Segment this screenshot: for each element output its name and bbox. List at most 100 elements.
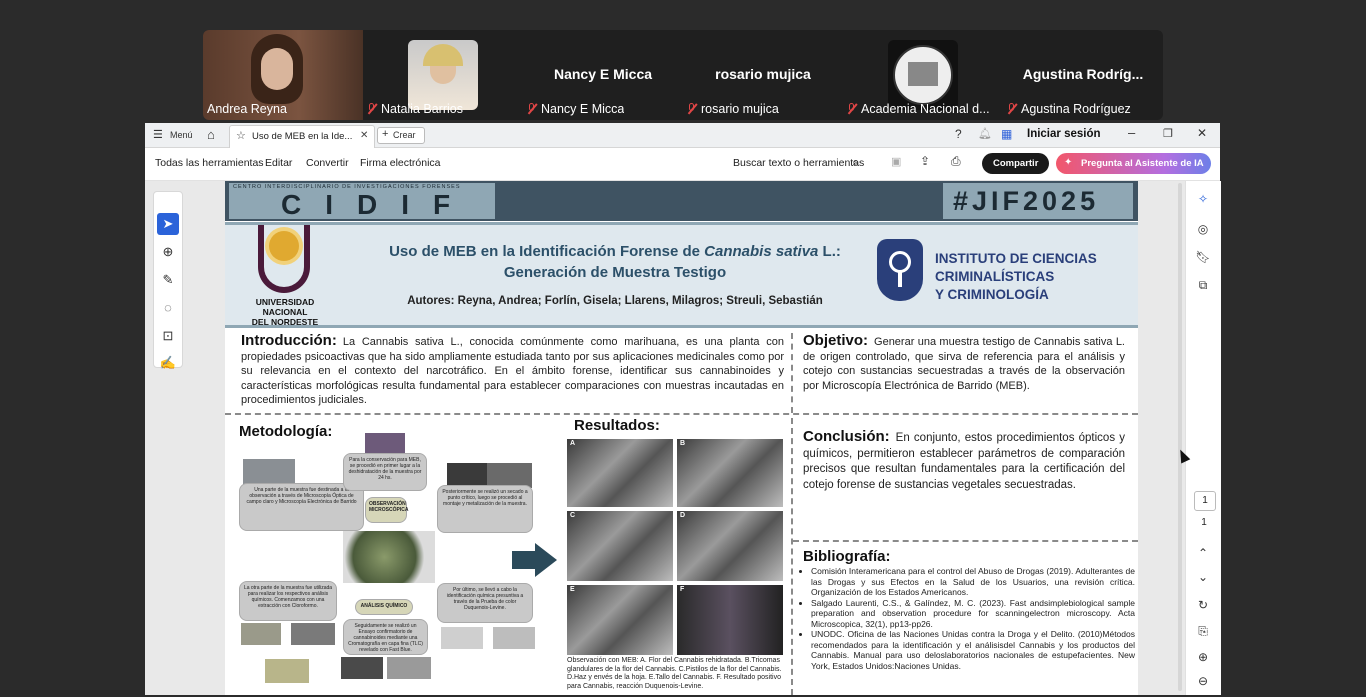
create-button[interactable]: + Crear xyxy=(377,127,425,144)
share-button[interactable]: Compartir xyxy=(982,153,1049,174)
highlight-pen-icon[interactable]: ✎ xyxy=(157,269,179,291)
divider xyxy=(225,413,1138,415)
document-canvas[interactable]: ➤ ⊕ ✎ ◌ ⊡ ✍ CENTRO INTERDISCIPLINARIO DE… xyxy=(145,181,1221,695)
plus-icon: + xyxy=(382,128,389,140)
participant-tile-natalia[interactable]: Natalia Barrios xyxy=(363,30,523,120)
bibliography-item: Salgado Laurenti, C.S., & Galíndez, M. C… xyxy=(811,598,1135,630)
zoom-in-icon[interactable]: ⊕ xyxy=(1192,647,1214,667)
edit-menu[interactable]: Editar xyxy=(265,157,292,169)
maximize-icon[interactable]: ❐ xyxy=(1163,127,1173,140)
menu-button[interactable]: Menú xyxy=(170,130,193,140)
lab-photo xyxy=(387,657,431,679)
home-icon[interactable]: ⌂ xyxy=(207,127,215,142)
cannabis-sample-photo xyxy=(343,531,435,583)
e-sign-menu[interactable]: Firma electrónica xyxy=(360,157,441,169)
flow-box-observation: OBSERVACIÓN MICROSCÓPICA xyxy=(365,497,408,523)
participant-tile-academia[interactable]: Academia Nacional d... xyxy=(843,30,1003,120)
select-pointer-icon[interactable]: ➤ xyxy=(157,213,179,235)
pdf-viewer-window: ☰ Menú ⌂ ☆ Uso de MEB en la Ide... ✕ + C… xyxy=(145,123,1221,695)
chevron-down-icon[interactable]: ⌄ xyxy=(1192,567,1214,587)
minimize-icon[interactable]: – xyxy=(1128,125,1135,140)
academia-logo xyxy=(888,40,958,110)
participant-tile-rosario[interactable]: rosario mujica rosario mujica xyxy=(683,30,843,120)
ai-summary-icon[interactable]: ✧ xyxy=(1192,189,1214,209)
mic-muted-icon xyxy=(847,103,857,115)
all-tools-menu[interactable]: Todas las herramientas xyxy=(155,157,264,169)
search-icon[interactable]: ⌕ xyxy=(852,154,859,170)
zoom-out-icon[interactable]: ⊖ xyxy=(1192,671,1214,691)
cidif-banner: CENTRO INTERDISCIPLINARIO DE INVESTIGACI… xyxy=(229,183,495,220)
bibliography-item: Comisión Interamericana para el control … xyxy=(811,566,1135,598)
convert-menu[interactable]: Convertir xyxy=(306,157,349,169)
duquenois-photo: F xyxy=(677,585,783,655)
ai-assistant-button[interactable]: ✦ Pregunta al Asistente de IA xyxy=(1056,153,1211,174)
sem-image-c: C xyxy=(567,511,673,581)
lab-photo xyxy=(241,623,281,645)
right-tool-rail: ✧ ◎ 🔖︎ ⧉ 1 1 ⌃ ⌄ ↻ ⎘ ⊕ ⊖ xyxy=(1185,181,1221,695)
page-fit-icon[interactable]: ⎘ xyxy=(1192,621,1214,641)
bibliography-item: UNODC. Oficina de las Naciones Unidas co… xyxy=(811,629,1135,671)
text-box-icon[interactable]: ⊡ xyxy=(157,325,179,347)
flow-box-chemical: La otra parte de la muestra fue utilizad… xyxy=(239,581,337,621)
close-tab-icon[interactable]: ✕ xyxy=(360,130,368,141)
results-caption: Observación con MEB: A. Flor del Cannabi… xyxy=(567,657,782,690)
lab-photo xyxy=(291,623,335,645)
participant-tile-andrea[interactable]: Andrea Reyna xyxy=(203,30,363,120)
participants-strip: Andrea Reyna Natalia Barrios Nancy E Mic… xyxy=(203,30,1163,120)
bibliography-title: Bibliografía: xyxy=(803,548,891,565)
jif-banner: #JIF2025 xyxy=(943,183,1133,219)
rotate-icon[interactable]: ↻ xyxy=(1192,595,1214,615)
intro-section: Introducción: La Cannabis sativa L., cono… xyxy=(241,333,784,408)
bell-icon[interactable]: 🔔︎ xyxy=(978,127,992,140)
sign-icon[interactable]: ✍ xyxy=(157,352,179,374)
bibliography-list: Comisión Interamericana para el control … xyxy=(802,566,1135,671)
cidif-title: CIDIF xyxy=(281,189,475,220)
print-icon[interactable]: ⎙ xyxy=(951,154,961,169)
participant-face xyxy=(261,48,293,90)
unne-logo xyxy=(258,225,314,293)
flow-box-critical-point: Posteriormente se realizó un secado a pu… xyxy=(437,485,533,533)
sem-image-b: B xyxy=(677,439,783,507)
participant-name: Academia Nacional d... xyxy=(847,102,990,116)
objective-title: Objetivo: xyxy=(803,332,869,349)
participant-tile-nancy[interactable]: Nancy E Micca Nancy E Micca xyxy=(523,30,683,120)
sem-image-d: D xyxy=(677,511,783,581)
conclusion-title: Conclusión: xyxy=(803,428,890,445)
participant-name: Natalia Barrios xyxy=(367,102,463,116)
left-tool-panel: ➤ ⊕ ✎ ◌ ⊡ ✍ xyxy=(153,191,183,370)
poster-header: UNIVERSIDAD NACIONAL DEL NORDESTE Uso de M… xyxy=(225,222,1138,328)
arrow-head-icon xyxy=(535,543,557,577)
vertical-scrollbar[interactable] xyxy=(1178,183,1182,691)
pages-icon[interactable]: ⧉ xyxy=(1192,275,1214,295)
participant-tile-agustina[interactable]: Agustina Rodríg... Agustina Rodríguez xyxy=(1003,30,1163,120)
menu-icon[interactable]: ☰ xyxy=(153,128,163,141)
flow-box-chemical-analysis: ANÁLISIS QUÍMICO xyxy=(355,599,413,615)
bookmarks-icon[interactable]: 🔖︎ xyxy=(1192,247,1214,267)
comments-icon[interactable]: ◎ xyxy=(1192,219,1214,239)
unne-name: UNIVERSIDAD NACIONAL DEL NORDESTE xyxy=(251,297,319,327)
mic-muted-icon xyxy=(687,103,697,115)
participant-name: rosario mujica xyxy=(687,102,779,116)
close-window-icon[interactable]: ✕ xyxy=(1197,126,1207,140)
page-number-input[interactable]: 1 xyxy=(1194,491,1216,511)
participant-avatar xyxy=(408,40,478,110)
flow-box-dehydration: Para la conservación para MEB, se proced… xyxy=(343,453,427,491)
sem-image-a: A xyxy=(567,439,673,507)
comment-icon[interactable]: ⊕ xyxy=(157,241,179,263)
apps-grid-icon[interactable]: ▦ xyxy=(1001,127,1012,141)
star-icon[interactable]: ☆ xyxy=(236,129,246,142)
icc-logo xyxy=(877,239,923,301)
objective-section: Objetivo: Generar una muestra testigo de … xyxy=(803,332,1125,393)
flow-box-microscopy: Una parte de la muestra fue destinada a … xyxy=(239,483,364,531)
help-icon[interactable]: ? xyxy=(955,127,962,141)
flow-box-tlc: Seguidamente se realizó un Ensayo confir… xyxy=(343,619,428,655)
chevron-up-icon[interactable]: ⌃ xyxy=(1192,543,1214,563)
search-tools-input[interactable]: Buscar texto o herramientas xyxy=(733,157,864,169)
mic-muted-icon xyxy=(527,103,537,115)
tab-document[interactable]: ☆ Uso de MEB en la Ide... ✕ xyxy=(229,125,375,148)
draw-lasso-icon[interactable]: ◌ xyxy=(157,297,179,319)
upload-icon[interactable]: ⇪ xyxy=(920,154,930,168)
lab-photo xyxy=(265,659,309,683)
save-icon[interactable]: ▣ xyxy=(891,155,901,168)
sign-in-button[interactable]: Iniciar sesión xyxy=(1027,128,1101,140)
